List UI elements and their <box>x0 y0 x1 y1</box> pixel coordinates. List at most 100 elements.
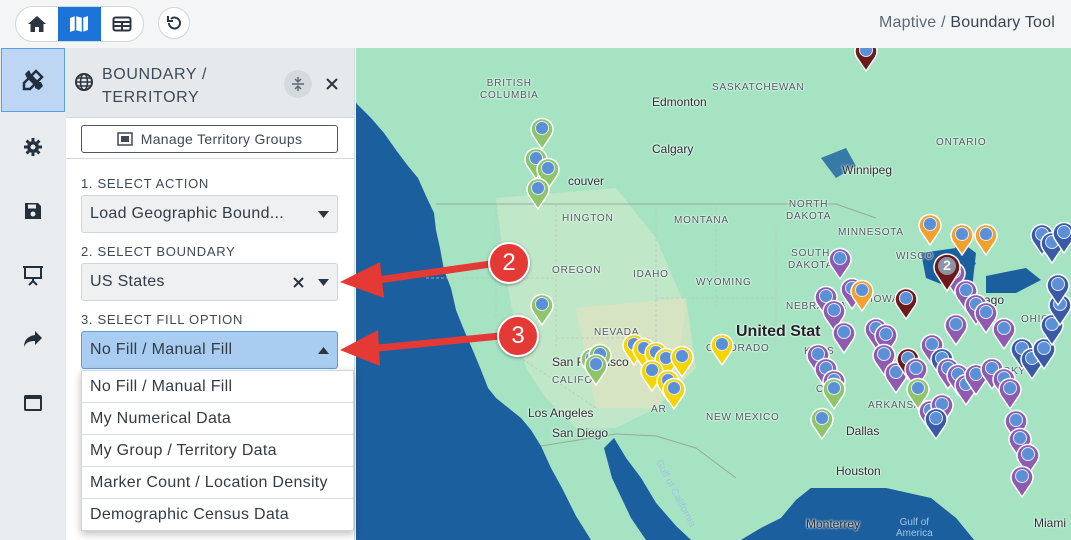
map-marker[interactable] <box>1045 272 1071 307</box>
location-pin-icon <box>944 313 968 347</box>
manage-territory-groups-label: Manage Territory Groups <box>140 131 303 147</box>
fill-option-demographic[interactable]: Demographic Census Data <box>82 499 353 531</box>
map-marker[interactable] <box>529 116 555 151</box>
collapse-panel-button[interactable] <box>284 70 312 98</box>
map-label-los-angeles: Los Angeles <box>528 406 594 420</box>
undo-button[interactable] <box>158 7 190 39</box>
location-pin-icon <box>526 177 550 211</box>
rail-presentation-button[interactable] <box>0 243 66 307</box>
rail-save-button[interactable] <box>0 179 66 243</box>
map-marker[interactable] <box>821 376 847 411</box>
map-marker[interactable] <box>831 320 857 355</box>
map-icon <box>70 16 89 32</box>
breadcrumb: Maptive / Boundary Tool <box>879 14 1055 32</box>
location-pin-icon <box>906 377 930 411</box>
location-pin-icon <box>850 279 874 313</box>
map-marker[interactable] <box>949 222 975 257</box>
map-marker[interactable] <box>827 246 853 281</box>
location-pin-icon <box>998 377 1022 411</box>
breadcrumb-app[interactable]: Maptive <box>879 14 936 31</box>
clear-icon[interactable] <box>287 276 309 288</box>
select-action-dropdown[interactable]: Load Geographic Bound... <box>81 195 338 233</box>
map-marker[interactable] <box>973 222 999 257</box>
location-pin-icon <box>918 213 942 247</box>
location-pin-icon <box>832 321 856 355</box>
fill-option-menu: No Fill / Manual Fill My Numerical Data … <box>81 370 354 531</box>
map-marker[interactable] <box>661 376 687 411</box>
fill-option-no-fill[interactable]: No Fill / Manual Fill <box>82 371 353 403</box>
map-label-oregon: OREGON <box>552 265 602 276</box>
map-view-button[interactable] <box>58 7 101 41</box>
save-icon <box>25 203 41 219</box>
rail-window-button[interactable] <box>0 371 66 435</box>
map-marker[interactable] <box>853 48 879 73</box>
map-marker[interactable] <box>849 278 875 313</box>
map-marker[interactable] <box>905 376 931 411</box>
map-canvas[interactable]: BRITISH COLUMBIA SASKATCHEWAN Edmonton C… <box>356 48 1071 540</box>
map-label-miami: Miami <box>1034 516 1066 530</box>
map-marker[interactable] <box>917 212 943 247</box>
location-pin-icon <box>894 287 918 321</box>
tools-icon <box>22 69 44 91</box>
table-icon <box>112 16 132 32</box>
rail-share-button[interactable] <box>0 307 66 371</box>
breadcrumb-separator: / <box>941 14 946 31</box>
map-label-minnesota: MINNESOTA <box>838 227 904 238</box>
map-marker[interactable] <box>1009 464 1035 499</box>
window-icon <box>24 395 42 411</box>
top-toolbar: Maptive / Boundary Tool <box>0 0 1071 48</box>
location-pin-icon <box>974 223 998 257</box>
map-marker[interactable] <box>709 332 735 367</box>
fill-option-numerical-data[interactable]: My Numerical Data <box>82 403 353 435</box>
select-fill-option-value: No Fill / Manual Fill <box>90 341 233 358</box>
map-label-ontario: ONTARIO <box>936 137 987 148</box>
select-fill-option-dropdown[interactable]: No Fill / Manual Fill <box>81 331 338 369</box>
fill-option-group-territory[interactable]: My Group / Territory Data <box>82 435 353 467</box>
location-pin-icon <box>822 377 846 411</box>
undo-icon <box>167 16 181 30</box>
select-action-value: Load Geographic Bound... <box>90 205 285 222</box>
map-marker[interactable] <box>923 406 949 441</box>
app-root: Maptive / Boundary Tool BOUNDARY / TERRI… <box>0 0 1071 540</box>
location-pin-icon <box>1046 273 1070 307</box>
rail-settings-button[interactable] <box>0 115 66 179</box>
map-label-san-diego: San Diego <box>552 426 609 440</box>
map-marker[interactable] <box>1051 220 1071 255</box>
home-icon <box>28 16 47 32</box>
map-marker[interactable] <box>893 286 919 321</box>
panel-title-line1: BOUNDARY / <box>102 66 207 83</box>
marker-cluster[interactable]: 2 <box>932 252 962 297</box>
map-label-wyoming: WYOMING <box>696 277 752 288</box>
select-boundary-dropdown[interactable]: US States <box>81 263 338 301</box>
map-label-gulf-of-america: Gulf of America <box>896 517 933 539</box>
territory-groups-icon <box>117 132 133 146</box>
map-label-wisconsin: WISCO <box>896 251 934 262</box>
map-label-monterrey: Monterrey <box>806 517 861 531</box>
panel-header: BOUNDARY / TERRITORY <box>66 48 354 118</box>
manage-territory-groups-button[interactable]: Manage Territory Groups <box>81 125 338 153</box>
home-view-button[interactable] <box>16 7 58 41</box>
map-label-montana: MONTANA <box>674 215 729 226</box>
view-toggle-group <box>15 6 144 42</box>
location-pin-icon <box>1052 221 1071 255</box>
breadcrumb-current: Boundary Tool <box>950 14 1055 31</box>
map-label-united-states: United Stat <box>736 323 821 340</box>
close-panel-button[interactable] <box>322 70 342 98</box>
map-marker[interactable] <box>943 312 969 347</box>
globe-icon <box>75 73 93 91</box>
map-label-saskatchewan: SASKATCHEWAN <box>712 82 805 93</box>
collapse-icon <box>292 77 304 91</box>
map-marker[interactable] <box>583 352 609 387</box>
rail-tools-button[interactable] <box>1 48 65 112</box>
gear-icon <box>24 138 42 156</box>
location-pin-icon <box>828 247 852 281</box>
map-label-north-dakota: NORTH DAKOTA <box>786 199 832 222</box>
map-marker[interactable] <box>997 376 1023 411</box>
location-pin-icon <box>810 407 834 441</box>
divider <box>66 158 354 159</box>
fill-option-marker-count[interactable]: Marker Count / Location Density <box>82 467 353 499</box>
map-marker[interactable] <box>525 176 551 211</box>
close-icon <box>326 78 338 90</box>
map-marker[interactable] <box>809 406 835 441</box>
table-view-button[interactable] <box>101 7 143 41</box>
